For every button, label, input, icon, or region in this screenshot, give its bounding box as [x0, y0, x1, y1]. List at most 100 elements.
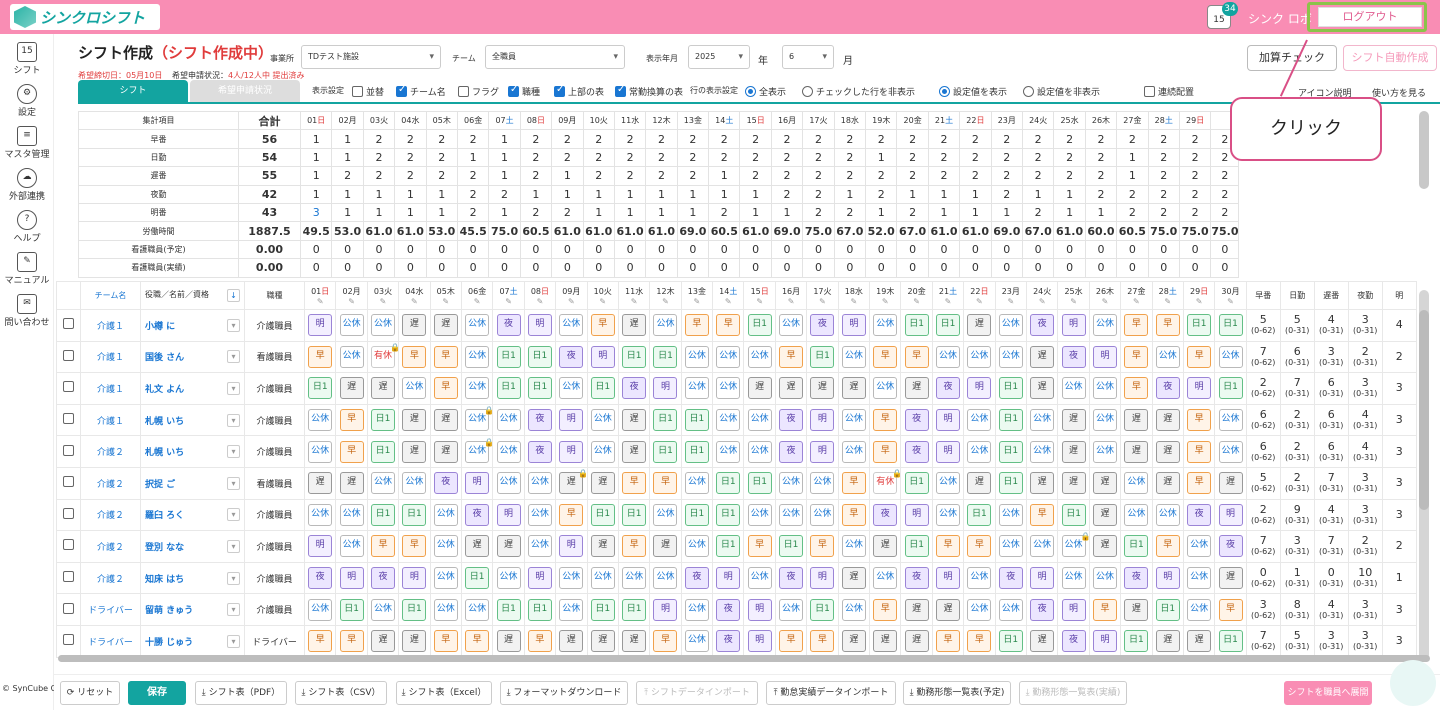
shift-chip[interactable]: 日1: [747, 314, 772, 337]
shift-chip[interactable]: 公休: [936, 472, 960, 495]
shift-chip[interactable]: 遅: [1092, 535, 1117, 558]
edit-pencil-icon[interactable]: ✎: [744, 297, 774, 306]
shift-chip[interactable]: 公休: [967, 345, 992, 368]
row-hide-radio-dot[interactable]: [802, 86, 813, 97]
edit-pencil-icon[interactable]: ✎: [1153, 297, 1183, 306]
shift-chip[interactable]: 夜: [904, 567, 929, 590]
shift-chip[interactable]: 公休: [590, 440, 615, 463]
shift-chip[interactable]: 日1: [496, 598, 521, 621]
edit-pencil-icon[interactable]: ✎: [964, 297, 994, 306]
shift-chip[interactable]: 早: [873, 345, 898, 368]
edit-pencil-icon[interactable]: ✎: [431, 297, 461, 306]
shift-chip[interactable]: 日1: [967, 503, 992, 526]
shift-chip[interactable]: 公休: [684, 630, 709, 653]
shift-chip[interactable]: 早: [841, 472, 866, 495]
edit-pencil-icon[interactable]: ✎: [305, 297, 335, 306]
shift-chip[interactable]: 日1: [653, 409, 678, 432]
sidebar-item-4[interactable]: ? ヘルプ: [0, 208, 54, 250]
shift-chip[interactable]: 公休: [684, 535, 709, 558]
shift-chip[interactable]: 早: [653, 630, 678, 653]
shift-chip[interactable]: 遅: [622, 314, 647, 337]
shift-chip[interactable]: 日1: [684, 503, 709, 526]
shift-chip[interactable]: 日1: [1187, 314, 1212, 337]
shift-chip[interactable]: 遅: [1155, 630, 1180, 653]
shift-chip[interactable]: 日1: [622, 345, 647, 368]
opt-sort[interactable]: 並替: [352, 85, 384, 98]
staff-dropdown-icon[interactable]: ▾: [227, 445, 240, 459]
sidebar-item-6[interactable]: ✉ 問い合わせ: [0, 292, 54, 334]
shift-chip[interactable]: 公休: [590, 409, 615, 432]
shift-chip[interactable]: 遅: [339, 472, 364, 495]
shift-chip[interactable]: 明: [559, 440, 584, 463]
shift-chip[interactable]: 早: [433, 345, 458, 368]
shift-chip[interactable]: 公休: [684, 345, 709, 368]
shift-chip[interactable]: 早: [779, 630, 804, 653]
row-checkbox[interactable]: [63, 318, 74, 330]
shift-chip[interactable]: 公休: [747, 345, 772, 368]
consecutive-option[interactable]: 連続配置: [1144, 85, 1194, 98]
shift-chip[interactable]: 日1: [998, 440, 1023, 463]
shift-chip[interactable]: 早: [873, 440, 898, 463]
deploy-button[interactable]: シフトを職員へ展開: [1284, 681, 1372, 705]
shift-chip[interactable]: 公休: [402, 377, 427, 400]
shift-chip[interactable]: 早: [1124, 314, 1149, 337]
shift-chip[interactable]: 夜: [559, 345, 584, 368]
shift-chip[interactable]: 早: [622, 535, 647, 558]
shift-chip[interactable]: 早: [779, 345, 804, 368]
shift-chip[interactable]: 公休: [496, 472, 521, 495]
shift-chip[interactable]: 公休: [936, 345, 960, 368]
shift-chip[interactable]: 夜: [904, 409, 929, 432]
shift-chip[interactable]: 公休: [1092, 314, 1117, 337]
shift-chip[interactable]: 公休: [559, 567, 584, 590]
shift-chip[interactable]: 日1: [684, 409, 709, 432]
shift-chip[interactable]: 遅 🔒: [559, 469, 588, 495]
shift-chip[interactable]: 早: [339, 630, 364, 653]
shift-chip[interactable]: 日1: [370, 440, 395, 463]
shift-chip[interactable]: 遅: [1061, 440, 1086, 463]
edit-pencil-icon[interactable]: ✎: [870, 297, 900, 306]
shift-chip[interactable]: 早: [1218, 598, 1243, 621]
shift-chip[interactable]: 遅: [747, 377, 772, 400]
shift-chip[interactable]: 早: [1030, 503, 1055, 526]
shift-chip[interactable]: 夜: [936, 377, 960, 400]
shift-chip[interactable]: 明: [653, 377, 678, 400]
staff-dropdown-icon[interactable]: ▾: [227, 571, 240, 585]
shift-chip[interactable]: 早: [527, 630, 552, 653]
shift-chip[interactable]: 夜: [1030, 314, 1055, 337]
shift-chip[interactable]: 早: [559, 503, 584, 526]
hide-setting-radio[interactable]: 設定値を非表示: [1023, 85, 1100, 98]
shift-chip[interactable]: 遅: [936, 598, 960, 621]
shift-chip[interactable]: 日1: [1218, 314, 1243, 337]
staff-name[interactable]: 札幌 いち: [145, 448, 184, 458]
shift-chip[interactable]: 遅: [841, 567, 866, 590]
shift-chip[interactable]: 早: [308, 630, 333, 653]
app-logo[interactable]: シンクロシフト: [10, 4, 160, 30]
shift-chip[interactable]: 日1: [653, 440, 678, 463]
row-checkbox[interactable]: [63, 602, 74, 614]
shift-chip[interactable]: 日1: [496, 377, 521, 400]
shift-chip[interactable]: 日1: [653, 345, 678, 368]
shift-chip[interactable]: 公休: [527, 503, 552, 526]
row-checkbox[interactable]: [63, 413, 74, 425]
assistant-mascot-icon[interactable]: [1390, 660, 1436, 706]
opt-upper-checkbox[interactable]: [554, 84, 565, 97]
shift-chip[interactable]: 日1: [904, 535, 929, 558]
shift-chip[interactable]: 遅: [810, 377, 835, 400]
shift-chip[interactable]: 日1: [622, 503, 647, 526]
shift-chip[interactable]: 早: [1155, 314, 1180, 337]
shift-chip[interactable]: 遅: [1061, 409, 1086, 432]
edit-pencil-icon[interactable]: ✎: [336, 297, 366, 306]
shift-chip[interactable]: 公休: [653, 503, 678, 526]
shift-chip[interactable]: 明: [465, 472, 490, 495]
shift-chip[interactable]: 遅: [622, 440, 647, 463]
shift-chip[interactable]: 明: [1187, 377, 1212, 400]
save-button[interactable]: 保存: [128, 681, 186, 705]
shift-chip[interactable]: 早: [402, 345, 427, 368]
shift-chip[interactable]: 遅: [1124, 409, 1149, 432]
edit-pencil-icon[interactable]: ✎: [525, 297, 555, 306]
shift-chip[interactable]: 遅: [1030, 472, 1055, 495]
year-select[interactable]: 2025: [688, 45, 750, 69]
shift-chip[interactable]: 公休: [684, 598, 709, 621]
import-button[interactable]: ⤒ シフトデータインポート: [636, 681, 758, 705]
shift-chip[interactable]: 公休: [527, 535, 552, 558]
